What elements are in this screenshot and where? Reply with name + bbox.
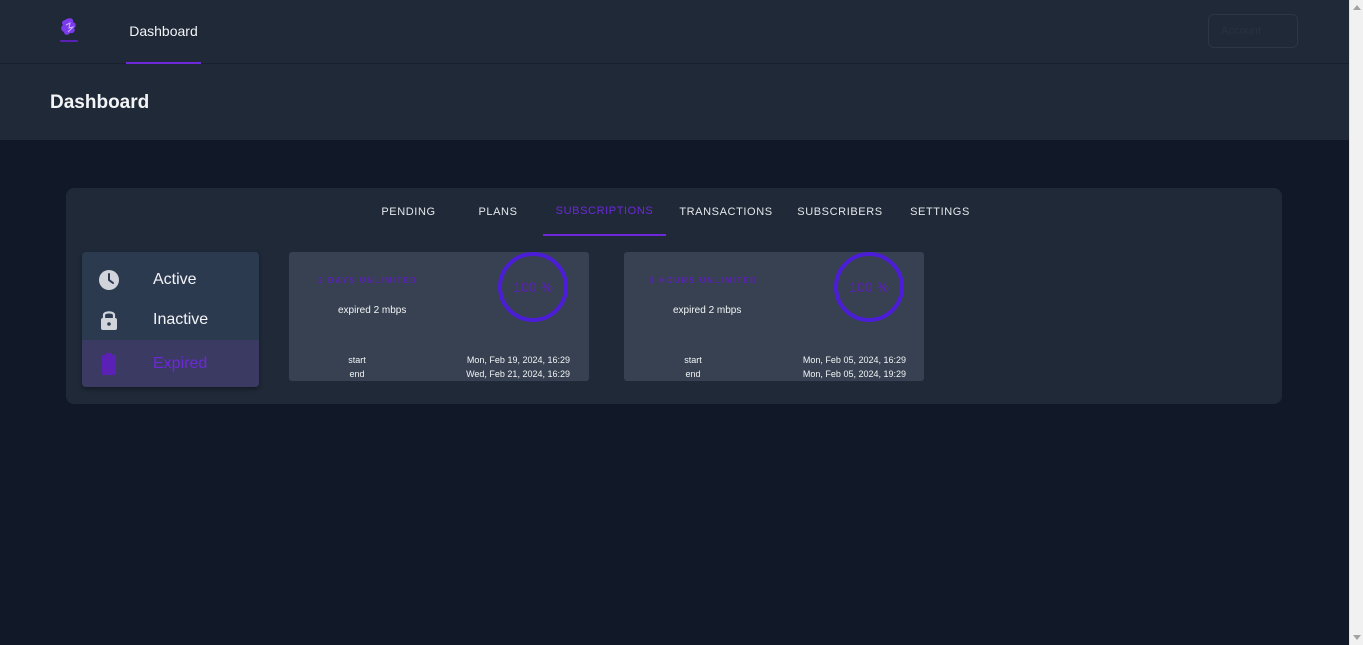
nav-dashboard-link[interactable]: Dashboard [126,0,201,64]
page-title: Dashboard [50,92,150,113]
scroll-up-icon[interactable] [1353,5,1361,10]
end-value: Mon, Feb 05, 2024, 19:29 [802,369,906,379]
tab-settings[interactable]: SETTINGS [904,188,976,236]
start-label: start [684,355,702,365]
subscription-status: expired 2 mbps [338,305,407,316]
top-navbar: Dashboard Account [0,0,1349,64]
plan-title: 2 DAYS UNLIMITED [318,276,418,285]
scroll-down-icon[interactable] [1353,635,1361,640]
tab-subscribers[interactable]: SUBSCRIBERS [794,188,886,236]
menu-item-active[interactable]: Active [82,260,259,300]
progress-percent: 100 % [849,279,889,295]
tab-plans[interactable]: PLANS [464,188,532,236]
status-menu: Active Inactive Expired [82,252,259,387]
clock-icon [99,270,119,290]
menu-item-label: Inactive [153,311,209,328]
page-header: Dashboard [0,64,1349,140]
end-label: end [349,369,365,379]
start-label: start [348,355,366,365]
tab-transactions[interactable]: TRANSACTIONS [676,188,776,236]
brand-logo-icon[interactable] [56,16,82,46]
subscription-card[interactable]: 2 DAYS UNLIMITED expired 2 mbps 100 % st… [289,252,589,381]
subscription-card[interactable]: 3 HOURS UNLIMITED expired 2 mbps 100 % s… [624,252,924,381]
progress-percent: 100 % [513,279,553,295]
menu-item-label: Expired [153,354,208,372]
menu-item-label: Active [153,271,197,288]
subscription-status: expired 2 mbps [673,305,742,316]
menu-item-expired[interactable]: Expired [82,340,259,387]
tab-subscriptions[interactable]: SUBSCRIPTIONS [543,188,666,236]
account-button[interactable]: Account [1208,14,1298,48]
start-value: Mon, Feb 19, 2024, 16:29 [466,355,570,365]
battery-icon [99,352,119,375]
menu-item-inactive[interactable]: Inactive [82,300,259,340]
tab-pending[interactable]: PENDING [375,188,442,236]
end-value: Wed, Feb 21, 2024, 16:29 [466,369,570,379]
plan-title: 3 HOURS UNLIMITED [649,276,758,285]
end-label: end [685,369,701,379]
vertical-scrollbar[interactable] [1349,0,1363,645]
lock-icon [99,310,119,330]
subscriptions-panel: PENDING PLANS SUBSCRIPTIONS TRANSACTIONS… [66,188,1282,404]
start-value: Mon, Feb 05, 2024, 16:29 [802,355,906,365]
